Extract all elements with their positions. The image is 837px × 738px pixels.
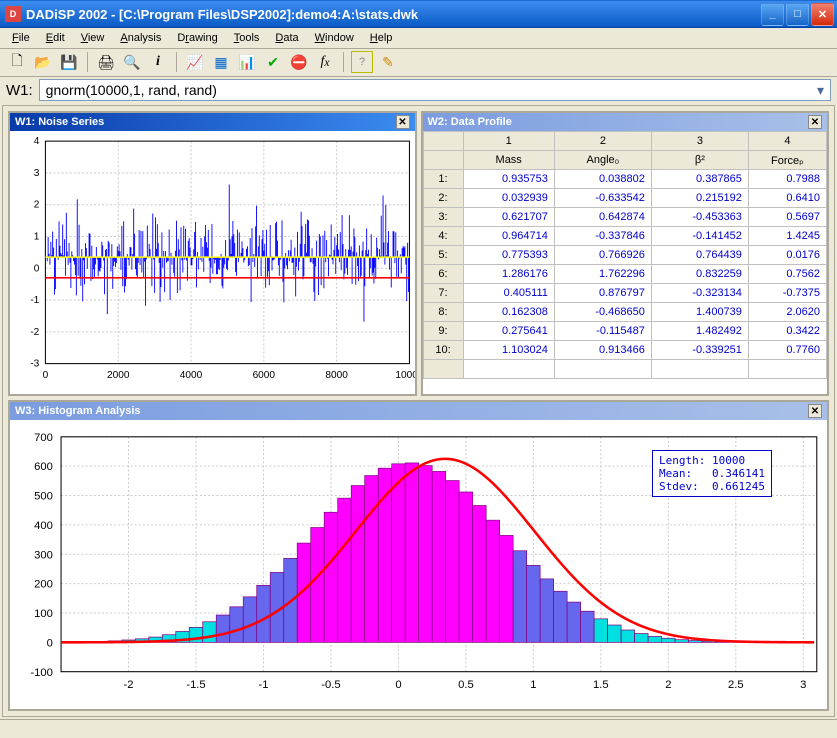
stop-icon[interactable]: ⛔: [288, 51, 310, 73]
svg-text:0: 0: [395, 679, 401, 691]
menu-bar: File Edit View Analysis Drawing Tools Da…: [0, 28, 837, 49]
menu-tools[interactable]: Tools: [226, 30, 268, 46]
noise-chart: 0 2000 4000 6000 8000 10000 -3 -2 -1 0 1 2 3 4: [10, 131, 415, 394]
window-titlebar: D DADiSP 2002 - [C:\Program Files\DSP200…: [0, 0, 837, 28]
svg-text:200: 200: [34, 579, 53, 591]
pane-w2-title[interactable]: W2: Data Profile ✕: [423, 113, 828, 131]
dropdown-icon[interactable]: ▾: [817, 82, 824, 99]
pane-w1-body: 0 2000 4000 6000 8000 10000 -3 -2 -1 0 1 2 3 4: [10, 131, 415, 394]
menu-edit[interactable]: Edit: [38, 30, 73, 46]
stats-box: Length: 10000 Mean: 0.346141 Stdev: 0.66…: [652, 450, 772, 497]
svg-text:400: 400: [34, 520, 53, 532]
stats-mean: Mean: 0.346141: [659, 467, 765, 480]
svg-text:2: 2: [34, 200, 40, 211]
save-icon[interactable]: 💾: [58, 51, 80, 73]
print-icon[interactable]: 🖨: [95, 51, 117, 73]
svg-text:100: 100: [34, 608, 53, 620]
edit-icon[interactable]: ✎: [377, 51, 399, 73]
svg-text:2.5: 2.5: [728, 679, 744, 691]
pane-w3-body: -2 -1.5 -1 -0.5 0 0.5 1 1.5 2 2.5 3 -100 0 100 200 300…: [10, 420, 827, 709]
svg-text:500: 500: [34, 491, 53, 503]
svg-text:8000: 8000: [325, 370, 348, 381]
separator: [343, 52, 344, 72]
svg-text:6000: 6000: [253, 370, 276, 381]
svg-text:-1: -1: [30, 295, 39, 306]
data-table[interactable]: 1234MassAngle₀β²Forceₚ1:0.9357530.038802…: [423, 131, 828, 379]
menu-file[interactable]: File: [4, 30, 38, 46]
app-icon: D: [5, 6, 21, 22]
pane-close-icon[interactable]: ✕: [808, 404, 822, 418]
pane-w2-data[interactable]: W2: Data Profile ✕ 1234MassAngle₀β²Force…: [421, 111, 830, 396]
preview-icon[interactable]: 🔍: [121, 51, 143, 73]
check-icon[interactable]: ✔: [262, 51, 284, 73]
minimize-button[interactable]: _: [761, 3, 784, 26]
pane-w2-body: 1234MassAngle₀β²Forceₚ1:0.9357530.038802…: [423, 131, 828, 394]
formula-label: W1:: [6, 82, 33, 99]
svg-text:-0.5: -0.5: [321, 679, 340, 691]
new-icon[interactable]: 🗋: [6, 51, 28, 73]
help-icon[interactable]: ?: [351, 51, 373, 73]
svg-text:0: 0: [47, 638, 53, 650]
svg-text:10000: 10000: [395, 370, 414, 381]
open-icon[interactable]: 📂: [32, 51, 54, 73]
grid-icon[interactable]: ▦: [210, 51, 232, 73]
chart-icon[interactable]: 📊: [236, 51, 258, 73]
pane-close-icon[interactable]: ✕: [396, 115, 410, 129]
pane-w1-title[interactable]: W1: Noise Series ✕: [10, 113, 415, 131]
workspace: W1: Noise Series ✕ 020004000600080001000…: [2, 105, 835, 717]
menu-analysis[interactable]: Analysis: [112, 30, 169, 46]
fx-icon[interactable]: fx: [314, 51, 336, 73]
formula-bar: W1: gnorm(10000,1, rand, rand) ▾: [0, 77, 837, 103]
maximize-button[interactable]: □: [786, 3, 809, 26]
svg-text:4: 4: [34, 137, 40, 148]
separator: [176, 52, 177, 72]
svg-text:-1: -1: [258, 679, 268, 691]
formula-value: gnorm(10000,1, rand, rand): [46, 82, 217, 98]
stats-stdev: Stdev: 0.661245: [659, 480, 765, 493]
svg-text:300: 300: [34, 550, 53, 562]
menu-drawing[interactable]: Drawing: [169, 30, 225, 46]
menu-help[interactable]: Help: [362, 30, 401, 46]
svg-text:0.5: 0.5: [458, 679, 474, 691]
info-icon[interactable]: i: [147, 51, 169, 73]
status-bar: [0, 719, 837, 738]
pane-close-icon[interactable]: ✕: [808, 115, 822, 129]
stats-length: Length: 10000: [659, 454, 765, 467]
pane-w3-histogram[interactable]: W3: Histogram Analysis ✕ -2 -1.5 -1 -0.5 0 0.…: [8, 400, 829, 711]
svg-text:0: 0: [34, 264, 40, 275]
svg-text:1: 1: [530, 679, 536, 691]
svg-text:-2: -2: [124, 679, 134, 691]
svg-text:3: 3: [800, 679, 806, 691]
pane-w1-noise[interactable]: W1: Noise Series ✕ 0 2000 4000 6000 8000 1000…: [8, 111, 417, 396]
menu-view[interactable]: View: [73, 30, 113, 46]
menu-window[interactable]: Window: [307, 30, 362, 46]
svg-text:700: 700: [34, 432, 53, 444]
toolbar: 🗋 📂 💾 🖨 🔍 i 📈 ▦ 📊 ✔ ⛔ fx ? ✎: [0, 49, 837, 77]
pane-w3-title[interactable]: W3: Histogram Analysis ✕: [10, 402, 827, 420]
svg-text:-2: -2: [30, 327, 39, 338]
plot-icon[interactable]: 📈: [184, 51, 206, 73]
svg-text:2000: 2000: [107, 370, 130, 381]
svg-text:2: 2: [665, 679, 671, 691]
svg-text:3: 3: [34, 168, 40, 179]
svg-text:-100: -100: [30, 667, 52, 679]
svg-text:1.5: 1.5: [593, 679, 609, 691]
svg-text:-1.5: -1.5: [186, 679, 205, 691]
svg-text:4000: 4000: [180, 370, 203, 381]
formula-input[interactable]: gnorm(10000,1, rand, rand) ▾: [39, 79, 831, 101]
svg-text:0: 0: [43, 370, 49, 381]
svg-text:600: 600: [34, 462, 53, 474]
close-button[interactable]: ✕: [811, 3, 834, 26]
window-title: DADiSP 2002 - [C:\Program Files\DSP2002]…: [26, 7, 761, 22]
menu-data[interactable]: Data: [267, 30, 306, 46]
svg-text:1: 1: [34, 232, 40, 243]
separator: [87, 52, 88, 72]
window-buttons: _ □ ✕: [761, 3, 834, 26]
svg-text:-3: -3: [30, 359, 39, 370]
